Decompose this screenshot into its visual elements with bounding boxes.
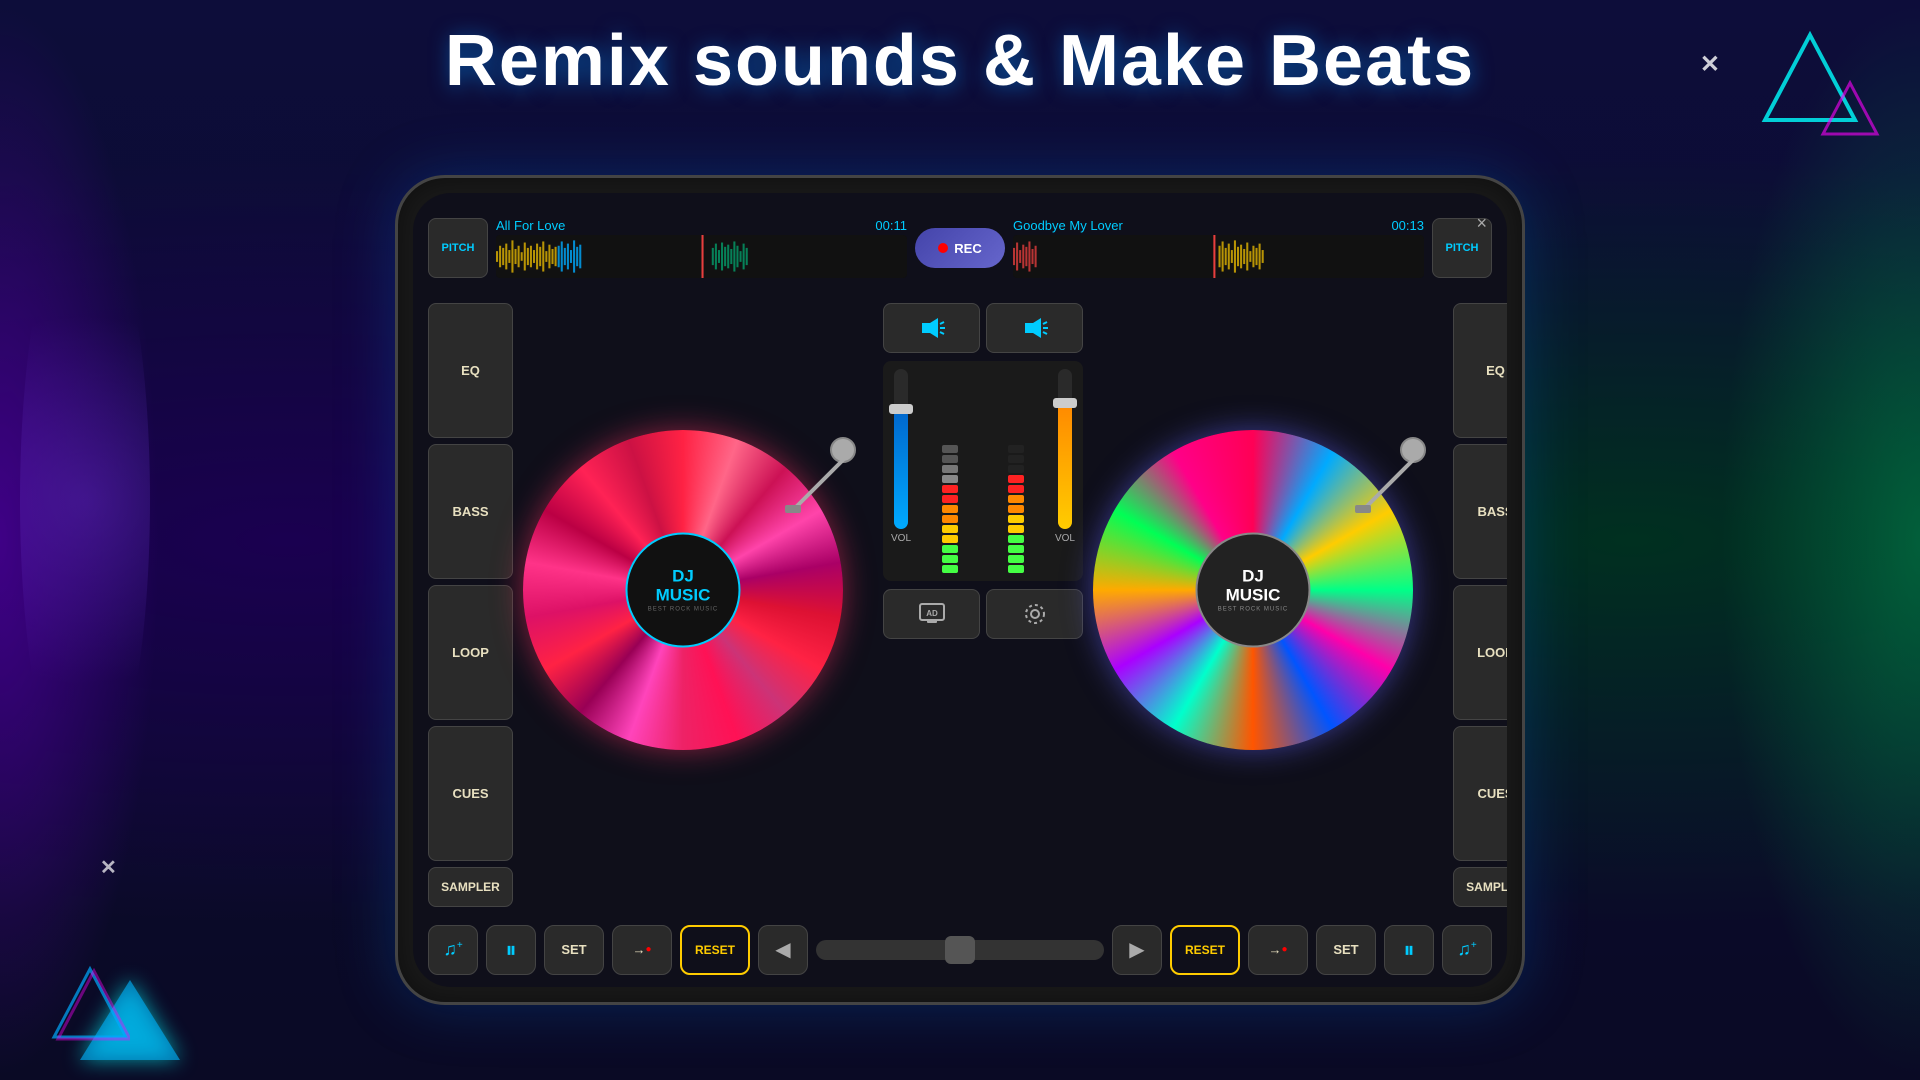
left-eq-button[interactable]: EQ [428, 303, 513, 438]
left-speaker-button[interactable] [883, 303, 980, 353]
rec-dot [938, 243, 948, 253]
left-track-time: 00:11 [875, 218, 907, 233]
bg-deco-dots [20, 200, 150, 800]
left-loop-button[interactable]: LOOP [428, 585, 513, 720]
center-mixer: VOL [883, 303, 1083, 907]
dj-area: EQ BASS LOOP CUES SAMPLER DJ MUSIC BEST … [428, 303, 1492, 907]
right-turntable[interactable]: DJ MUSIC BEST ROCK MUSIC [1093, 430, 1443, 780]
right-sampler-button[interactable]: SAMPLER [1453, 867, 1507, 907]
crossfader[interactable] [816, 940, 1104, 960]
left-track-name: All For Love [496, 218, 565, 233]
rec-button[interactable]: REC [915, 228, 1005, 268]
right-track-info: Goodbye My Lover 00:13 [1013, 218, 1424, 233]
right-vinyl-label-dj: DJ [1242, 567, 1264, 586]
right-reset-button[interactable]: RESET [1170, 925, 1240, 975]
right-volume-fader[interactable]: VOL [1055, 369, 1075, 573]
left-turntable[interactable]: DJ MUSIC BEST ROCK MUSIC [523, 430, 873, 780]
bg-deco-right [1720, 0, 1920, 1080]
right-vol-label: VOL [1055, 533, 1075, 544]
transport-bar: ♫+ ⏸ SET → ● RESET ◀ ▶ RESET [428, 912, 1492, 987]
left-vinyl-sub: BEST ROCK MUSIC [648, 607, 719, 613]
left-vinyl-label-music: MUSIC [656, 586, 711, 605]
left-cues-button[interactable]: CUES [428, 726, 513, 861]
left-waveform[interactable] [496, 235, 907, 278]
phone-frame: × PITCH All For Love 00:11 [395, 175, 1525, 1005]
deco-triangle-bottom-left-outline [50, 965, 130, 1050]
settings-button[interactable] [986, 589, 1083, 639]
deco-triangle-glitch [1820, 80, 1880, 145]
top-bar: PITCH All For Love 00:11 [428, 208, 1492, 288]
right-set-button[interactable]: SET [1316, 925, 1376, 975]
right-cues-button[interactable]: CUES [1453, 726, 1507, 861]
right-tonearm [1343, 435, 1433, 530]
right-vinyl-label-music: MUSIC [1226, 586, 1281, 605]
right-waveform[interactable] [1013, 235, 1424, 278]
left-waveform-section: All For Love 00:11 [496, 218, 907, 278]
left-set-button[interactable]: SET [544, 925, 604, 975]
phone-screen: × PITCH All For Love 00:11 [413, 193, 1507, 987]
left-vinyl-label-dj: DJ [672, 567, 694, 586]
left-pitch-button[interactable]: PITCH [428, 218, 488, 278]
mixer-top-buttons [883, 303, 1083, 353]
left-turntable-area: DJ MUSIC BEST ROCK MUSIC [523, 303, 873, 907]
page-title: Remix sounds & Make Beats [0, 20, 1920, 102]
left-sampler-button[interactable]: SAMPLER [428, 867, 513, 907]
right-turntable-area: DJ MUSIC BEST ROCK MUSIC [1093, 303, 1443, 907]
left-add-music-button[interactable]: ♫+ [428, 925, 478, 975]
close-button[interactable]: × [1476, 213, 1487, 234]
deco-x-bottom-left: ✕ [100, 855, 117, 880]
right-bass-button[interactable]: BASS [1453, 444, 1507, 579]
left-arrow-left-button[interactable]: ◀ [758, 925, 808, 975]
right-waveform-section: Goodbye My Lover 00:13 [1013, 218, 1424, 278]
mixer-bottom-buttons: AD [883, 589, 1083, 639]
left-track-info: All For Love 00:11 [496, 218, 907, 233]
rec-label: REC [954, 241, 981, 256]
left-volume-fader[interactable]: VOL [891, 369, 911, 573]
left-pause-button[interactable]: ⏸ [486, 925, 536, 975]
eq-faders-panel: VOL [883, 361, 1083, 581]
right-pause-button[interactable]: ⏸ [1384, 925, 1434, 975]
right-add-music-button[interactable]: ♫+ [1442, 925, 1492, 975]
right-track-time: 00:13 [1391, 218, 1424, 233]
right-eq-button[interactable]: EQ [1453, 303, 1507, 438]
right-speaker-button[interactable] [986, 303, 1083, 353]
right-vinyl-sub: BEST ROCK MUSIC [1218, 607, 1289, 613]
right-track-name: Goodbye My Lover [1013, 218, 1123, 233]
left-vol-label: VOL [891, 533, 911, 544]
right-arrow-dot-button[interactable]: → ● [1248, 925, 1308, 975]
right-arrow-right-button[interactable]: ▶ [1112, 925, 1162, 975]
left-arrow-dot-button[interactable]: → ● [612, 925, 672, 975]
right-loop-button[interactable]: LOOP [1453, 585, 1507, 720]
left-tonearm [773, 435, 863, 530]
left-reset-button[interactable]: RESET [680, 925, 750, 975]
svg-text:AD: AD [926, 609, 938, 618]
left-bass-button[interactable]: BASS [428, 444, 513, 579]
crossfader-thumb [945, 936, 975, 964]
eq-bars-display [917, 369, 1049, 573]
tv-ad-button[interactable]: AD [883, 589, 980, 639]
